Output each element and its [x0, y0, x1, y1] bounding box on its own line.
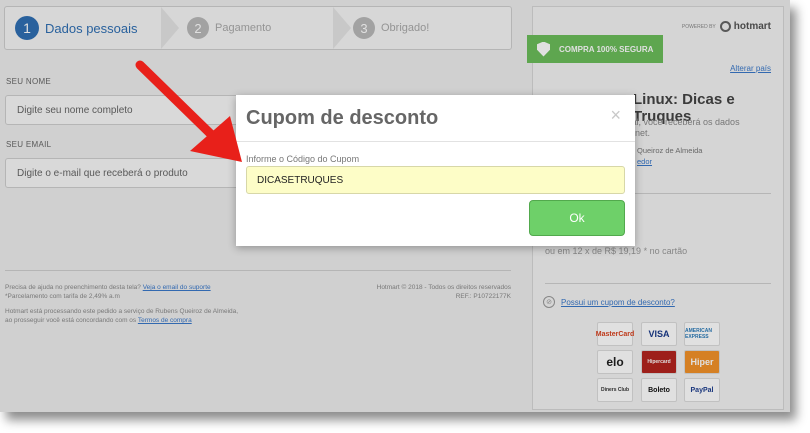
checkout-page: 1 Dados pessoais 2 Pagamento 3 Obrigado!…: [0, 0, 790, 412]
browser-frame: 1 Dados pessoais 2 Pagamento 3 Obrigado!…: [0, 0, 790, 412]
arrow-shaft: [135, 60, 227, 150]
red-arrow-annotation: [135, 60, 242, 162]
